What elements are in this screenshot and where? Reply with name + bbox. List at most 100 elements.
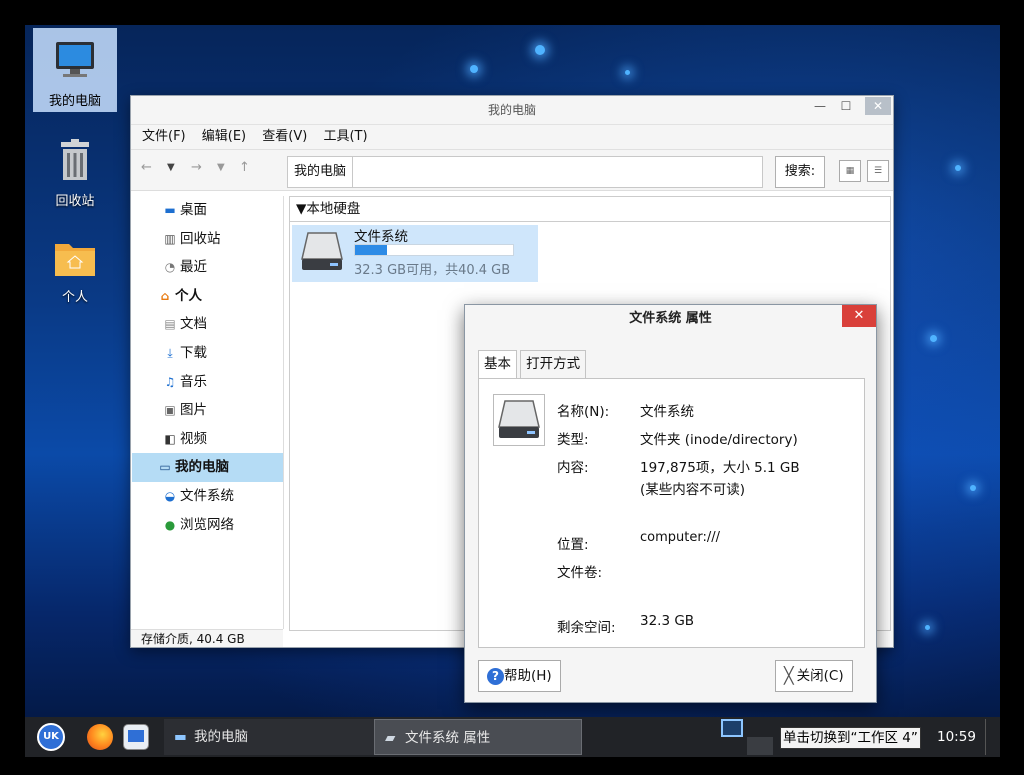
sidebar-item-label: 视频 [180,430,207,447]
menu-tools[interactable]: 工具(T) [323,129,367,144]
close-button-label: 关闭(C) [796,668,844,684]
sidebar-item-documents[interactable]: ▤ 文档 [132,310,283,339]
sidebar-item-label: 音乐 [180,373,207,390]
task-label: 我的电脑 [194,729,248,745]
sidebar-item-label: 最近 [180,259,207,276]
free-space-value: 32.3 GB [640,613,695,629]
workspace-tooltip: 单击切换到“工作区 4” [780,727,921,749]
contents-note: (某些内容不可读) [640,482,746,498]
menu-file[interactable]: 文件(F) [142,129,186,144]
section-header[interactable]: ▼本地硬盘 [290,197,890,222]
forward-arrow-icon[interactable]: → [191,160,202,175]
clock-icon: ◔ [164,260,176,275]
maximize-button[interactable]: ☐ [833,96,859,116]
home-icon: ⌂ [160,288,170,303]
basic-properties-panel: 名称(N): 文件系统 类型: 文件夹 (inode/directory) 内容… [478,378,865,648]
taskbar: UK ▬ 我的电脑 ▰ 文件系统 属性 单击切换到“工作区 4” 10:59 [25,717,1000,757]
free-space-label: 剩余空间: [557,620,616,636]
minimize-button[interactable]: — [807,96,833,116]
tab-basic[interactable]: 基本 [478,350,517,379]
dialog-close-button[interactable]: ✕ [842,305,876,327]
start-menu-icon[interactable]: UK [37,723,65,751]
contents-label: 内容: [557,460,589,476]
drive-item-filesystem[interactable]: 文件系统 32.3 GB可用，共40.4 GB [292,225,538,282]
name-label: 名称(N): [557,404,610,420]
menu-bar: 文件(F) 编辑(E) 查看(V) 工具(T) [131,125,893,150]
file-manager-launcher-icon[interactable] [123,724,149,750]
workspace-switcher-icon[interactable] [721,719,743,737]
icon-view-icon[interactable]: ▦ [839,160,861,182]
sidebar-item-label: 文档 [180,316,207,333]
dialog-title-bar: 文件系统 属性 ✕ [465,305,876,333]
close-button[interactable]: ✕ [865,97,891,115]
desktop-icon-recycle-bin[interactable]: 回收站 [33,138,117,209]
menu-edit[interactable]: 编辑(E) [202,129,246,144]
location-bar[interactable]: 我的电脑 [287,156,763,188]
sidebar-item-trash[interactable]: ▥ 回收站 [132,225,283,254]
menu-view[interactable]: 查看(V) [262,129,307,144]
sidebar-item-label: 桌面 [180,202,207,218]
help-button-label: 帮助(H) [504,668,552,684]
desktop-icon-label: 个人 [61,290,88,305]
sidebar-item-downloads[interactable]: ⤓ 下载 [132,339,283,368]
dialog-title: 文件系统 属性 [629,311,712,326]
volume-label: 文件卷: [557,565,603,581]
status-bar: 存储介质, 40.4 GB [131,629,283,647]
name-value[interactable]: 文件系统 [640,400,694,420]
section-title: 本地硬盘 [306,201,361,217]
workspace-preview[interactable] [747,737,773,755]
sidebar-item-network[interactable]: ● 浏览网络 [132,511,283,540]
desktop-icon: ▬ [164,203,176,217]
firefox-icon[interactable] [87,724,113,750]
properties-dialog: 文件系统 属性 ✕ 基本 打开方式 名称(N): 文件系统 类型: 文件夹 (i… [464,304,877,703]
desktop-icon-home[interactable]: 个人 [33,238,117,305]
location-label: 位置: [557,537,589,553]
clock[interactable]: 10:59 [937,717,976,757]
desktop-icon-label: 回收站 [55,194,95,209]
tab-open-with[interactable]: 打开方式 [520,350,587,378]
sidebar-item-videos[interactable]: ◧ 视频 [132,425,283,454]
drive-usage-fill [355,245,387,255]
video-icon: ◧ [164,431,176,446]
sidebar-item-pictures[interactable]: ▣ 图片 [132,396,283,425]
sidebar-item-label: 下载 [180,344,207,361]
help-button[interactable]: ? 帮助(H) [478,660,561,692]
up-arrow-icon[interactable]: ↑ [239,160,250,175]
sidebar-item-recent[interactable]: ◔ 最近 [132,253,283,282]
trash-icon: ▥ [164,231,176,246]
close-dialog-button[interactable]: ╳ 关闭(C) [775,660,853,692]
breadcrumb-my-computer[interactable]: 我的电脑 [288,157,354,187]
show-desktop-button[interactable] [985,719,998,755]
close-x-icon: ╳ [784,666,794,685]
window-title: 我的电脑 [487,103,536,117]
task-label: 文件系统 属性 [405,730,491,746]
drive-icon-box[interactable] [493,394,545,446]
sidebar-item-filesystem[interactable]: ◒ 文件系统 [132,482,283,511]
search-button[interactable]: 搜索: [775,156,825,188]
back-arrow-icon[interactable]: ← [141,160,152,175]
sidebar-item-home[interactable]: ⌂ 个人 [132,282,283,311]
trash-icon [61,139,89,180]
drive-icon: ◒ [164,488,176,503]
drive-usage-bar [354,244,514,256]
sidebar-item-desktop[interactable]: ▬ 桌面 [132,196,283,225]
desktop-icon-label: 我的电脑 [48,94,101,109]
list-view-icon[interactable]: ☰ [867,160,889,182]
desktop-icon-my-computer[interactable]: 我的电脑 [33,28,117,112]
back-history-dropdown-icon[interactable]: ▼ [167,162,175,173]
tab-bar: 基本 打开方式 [478,350,587,379]
sidebar-item-label: 个人 [175,287,202,304]
title-bar: 我的电脑 — ☐ ✕ [131,96,893,125]
sidebar-item-label: 我的电脑 [175,459,229,476]
picture-icon: ▣ [164,403,176,418]
taskbar-task-my-computer[interactable]: ▬ 我的电脑 [164,719,374,755]
taskbar-task-properties[interactable]: ▰ 文件系统 属性 [374,719,582,755]
forward-history-dropdown-icon[interactable]: ▼ [217,162,225,173]
sidebar-item-label: 文件系统 [180,487,234,504]
sidebar-item-my-computer[interactable]: ▭ 我的电脑 [132,453,283,482]
sidebar-item-label: 回收站 [180,230,221,247]
sidebar: ▬ 桌面 ▥ 回收站 ◔ 最近 ⌂ 个人 ▤ 文档 ⤓ 下载 ♫ 音乐 ▣ 图片 ◧ 视频 ▭ 我的… [132,196,284,629]
sidebar-item-music[interactable]: ♫ 音乐 [132,368,283,397]
help-icon: ? [487,667,504,685]
computer-icon: ▬ [174,729,187,745]
